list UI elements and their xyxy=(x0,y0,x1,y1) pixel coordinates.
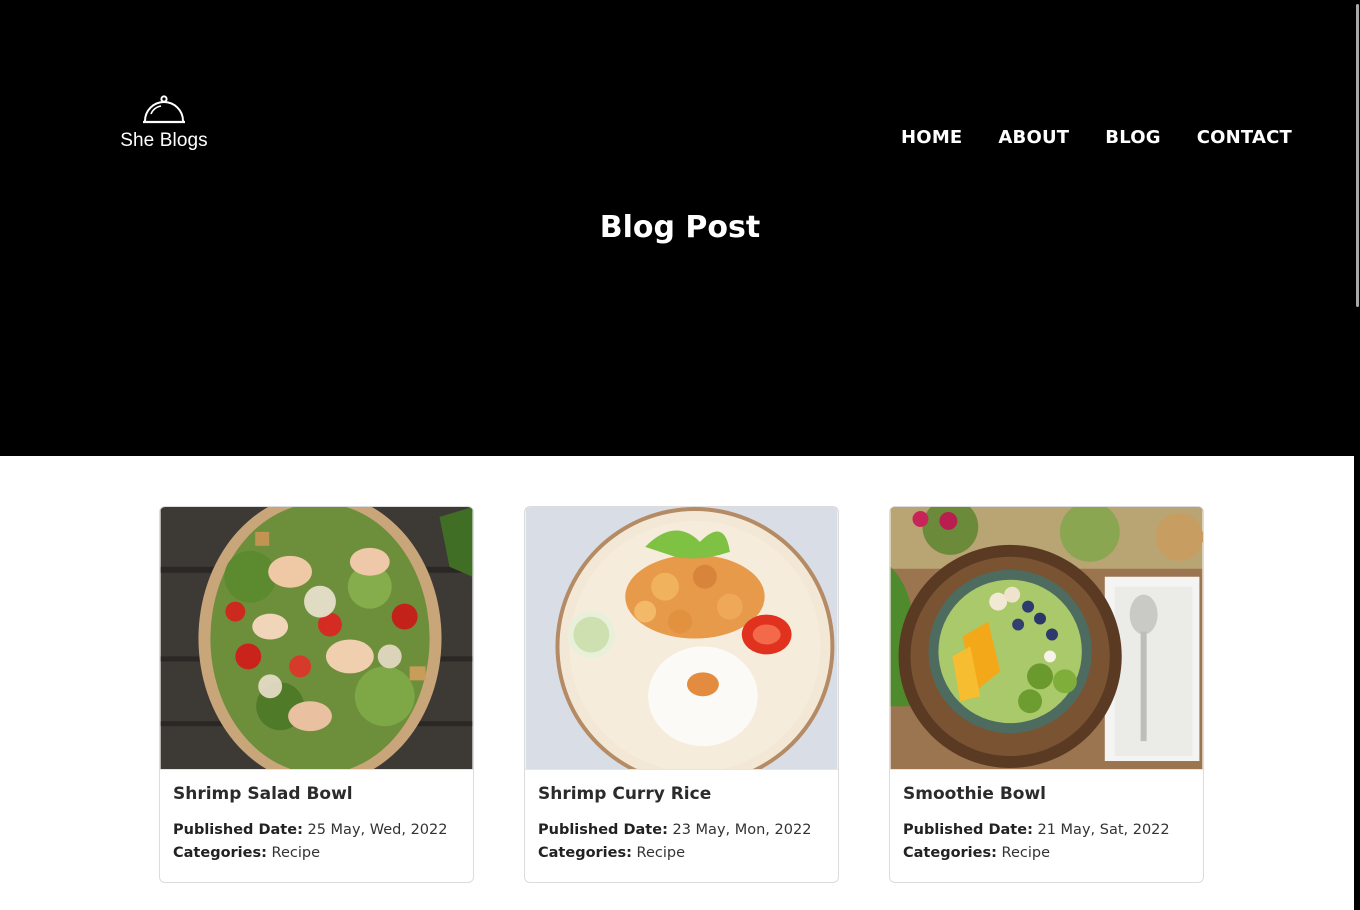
scrollbar-thumb[interactable] xyxy=(1356,4,1359,307)
site-logo[interactable]: She Blogs xyxy=(118,94,210,152)
post-title[interactable]: Shrimp Salad Bowl xyxy=(173,784,460,804)
post-title[interactable]: Smoothie Bowl xyxy=(903,784,1190,804)
categories-value: Recipe xyxy=(636,845,686,861)
categories-value: Recipe xyxy=(271,845,321,861)
post-card[interactable]: Smoothie Bowl Published Date: 21 May, Sa… xyxy=(889,506,1204,883)
published-date-value: 25 May, Wed, 2022 xyxy=(307,822,448,838)
published-date-label: Published Date: xyxy=(903,822,1033,838)
published-date-value: 21 May, Sat, 2022 xyxy=(1037,822,1170,838)
nav-contact[interactable]: CONTACT xyxy=(1197,127,1292,148)
categories-label: Categories: xyxy=(173,845,267,861)
published-date: Published Date: 21 May, Sat, 2022 xyxy=(903,819,1190,842)
published-date: Published Date: 23 May, Mon, 2022 xyxy=(538,819,825,842)
post-card[interactable]: Shrimp Salad Bowl Published Date: 25 May… xyxy=(159,506,474,883)
page-scrollbar[interactable] xyxy=(1354,0,1360,910)
post-meta: Published Date: 21 May, Sat, 2022 Catego… xyxy=(903,819,1190,865)
published-date: Published Date: 25 May, Wed, 2022 xyxy=(173,819,460,842)
categories: Categories: Recipe xyxy=(903,842,1190,865)
cloche-icon xyxy=(143,95,185,124)
shrimp-salad-image[interactable] xyxy=(160,507,473,770)
published-date-label: Published Date: xyxy=(538,822,668,838)
post-list: Shrimp Salad Bowl Published Date: 25 May… xyxy=(159,506,1204,883)
published-date-value: 23 May, Mon, 2022 xyxy=(672,822,812,838)
categories-value: Recipe xyxy=(1001,845,1051,861)
categories: Categories: Recipe xyxy=(538,842,825,865)
shrimp-curry-rice-image[interactable] xyxy=(525,507,838,770)
post-meta: Published Date: 25 May, Wed, 2022 Catego… xyxy=(173,819,460,865)
page-title: Blog Post xyxy=(599,210,761,245)
nav-home[interactable]: HOME xyxy=(901,127,962,148)
hero-banner: She Blogs HOME ABOUT BLOG CONTACT Blog P… xyxy=(0,0,1360,456)
post-meta: Published Date: 23 May, Mon, 2022 Catego… xyxy=(538,819,825,865)
categories-label: Categories: xyxy=(903,845,997,861)
smoothie-bowl-image[interactable] xyxy=(890,507,1203,770)
categories-label: Categories: xyxy=(538,845,632,861)
nav-about[interactable]: ABOUT xyxy=(998,127,1069,148)
nav-blog[interactable]: BLOG xyxy=(1105,127,1160,148)
published-date-label: Published Date: xyxy=(173,822,303,838)
post-title[interactable]: Shrimp Curry Rice xyxy=(538,784,825,804)
site-name: She Blogs xyxy=(120,130,208,151)
categories: Categories: Recipe xyxy=(173,842,460,865)
post-card[interactable]: Shrimp Curry Rice Published Date: 23 May… xyxy=(524,506,839,883)
main-nav: HOME ABOUT BLOG CONTACT xyxy=(901,127,1292,148)
